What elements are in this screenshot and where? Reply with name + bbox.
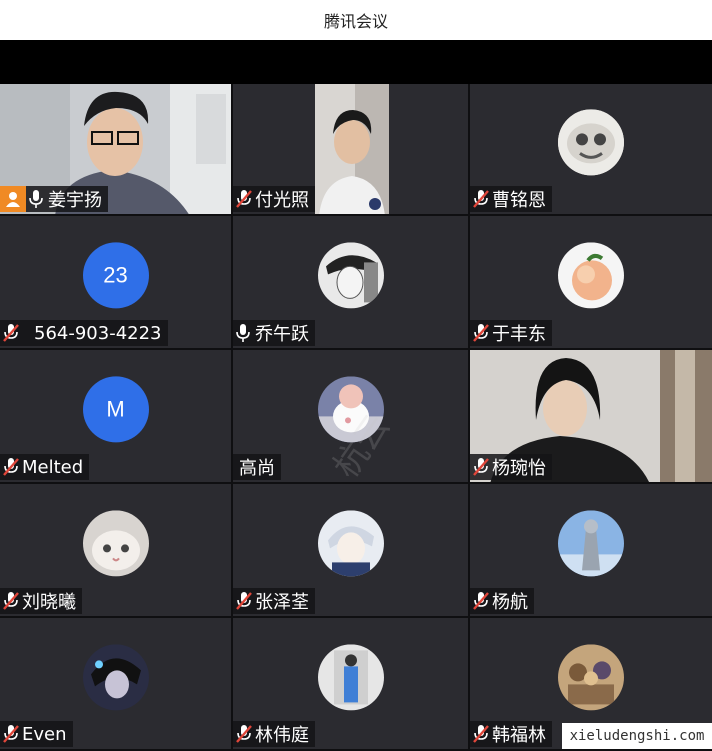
- participant-namebar: 姜宇扬: [0, 186, 108, 212]
- microphone-muted-icon: [2, 724, 20, 744]
- participant-namebar: 付光照: [233, 186, 315, 212]
- participant-namebar: 张泽荃: [233, 588, 315, 614]
- participant-namebar: 杨航: [470, 588, 534, 614]
- microphone-muted-icon: [235, 591, 253, 611]
- participant-namebar: 林伟庭: [233, 721, 315, 747]
- participant-tile[interactable]: 刘晓曦: [0, 484, 233, 618]
- microphone-muted-icon: [472, 724, 490, 744]
- microphone-muted-icon: [472, 323, 490, 343]
- avatar: [317, 242, 384, 309]
- window-title: 腾讯会议: [0, 0, 712, 40]
- watermark: xieludengshi.com: [562, 723, 712, 749]
- microphone-muted-icon: [472, 457, 490, 477]
- participant-name: 杨琬怡: [492, 458, 546, 479]
- participant-tile[interactable]: 姜宇扬: [0, 84, 233, 216]
- avatar: [558, 643, 624, 710]
- avatar: [558, 109, 624, 176]
- participant-namebar: 于丰东: [470, 320, 552, 346]
- participant-tile[interactable]: 林伟庭: [233, 618, 470, 751]
- avatar: [317, 643, 384, 710]
- avatar: M: [82, 376, 149, 443]
- top-toolbar-area: [0, 40, 712, 84]
- participant-namebar: 杨琬怡: [470, 454, 552, 480]
- participant-name: Melted: [22, 456, 84, 478]
- microphone-icon: [235, 323, 253, 343]
- microphone-muted-icon: [472, 591, 490, 611]
- participant-tile[interactable]: 杨航: [470, 484, 712, 618]
- avatar: [82, 643, 149, 710]
- microphone-muted-icon: [2, 457, 20, 477]
- participant-tile[interactable]: 杨琬怡: [470, 350, 712, 484]
- avatar: [558, 242, 624, 309]
- participant-name: 付光照: [255, 190, 309, 211]
- participant-name: 林伟庭: [255, 725, 309, 746]
- participant-name: 姜宇扬: [48, 190, 102, 211]
- participant-tile[interactable]: 张泽荃: [233, 484, 470, 618]
- participant-name: 张泽荃: [255, 592, 309, 613]
- participant-name: 乔午跃: [255, 324, 309, 345]
- participant-tile[interactable]: 曹铭恩: [470, 84, 712, 216]
- participant-name: 杨航: [492, 592, 528, 613]
- participant-namebar: 乔午跃: [233, 320, 315, 346]
- participant-tile[interactable]: 23 564-903-4223: [0, 216, 233, 350]
- participant-tile[interactable]: Even: [0, 618, 233, 751]
- participant-namebar: 高尚: [233, 454, 281, 480]
- avatar: [317, 376, 384, 443]
- participant-namebar: 刘晓曦: [0, 588, 82, 614]
- participant-namebar: 564-903-4223: [0, 320, 168, 346]
- microphone-muted-icon: [472, 189, 490, 209]
- participant-namebar: 韩福林: [470, 721, 552, 747]
- participant-name: 高尚: [239, 458, 275, 479]
- participant-tile[interactable]: 韩福林 xieludengshi.com: [470, 618, 712, 751]
- participant-tile[interactable]: 高尚: [233, 350, 470, 484]
- microphone-muted-icon: [2, 591, 20, 611]
- participant-tile[interactable]: 付光照: [233, 84, 470, 216]
- avatar: [82, 510, 149, 577]
- participant-namebar: Even: [0, 721, 73, 747]
- participant-name: 564-903-4223: [34, 322, 162, 344]
- participant-namebar: 曹铭恩: [470, 186, 552, 212]
- participant-name: 曹铭恩: [492, 190, 546, 211]
- participant-name: 于丰东: [492, 324, 546, 345]
- avatar: [317, 510, 384, 577]
- microphone-icon: [28, 189, 46, 209]
- microphone-muted-icon: [235, 189, 253, 209]
- participant-tile[interactable]: M Melted: [0, 350, 233, 484]
- participant-namebar: Melted: [0, 454, 90, 480]
- avatar: 23: [82, 242, 149, 309]
- avatar: [558, 510, 624, 577]
- participant-name: 刘晓曦: [22, 592, 76, 613]
- video-feed: [315, 84, 389, 214]
- participant-grid: 姜宇扬 付光照 曹铭恩 23 564-903-4223 乔午跃 于丰东 M Me…: [0, 84, 712, 751]
- participant-tile[interactable]: 乔午跃: [233, 216, 470, 350]
- participant-name: Even: [22, 723, 67, 745]
- microphone-muted-icon: [2, 323, 20, 343]
- participant-name: 韩福林: [492, 725, 546, 746]
- microphone-muted-icon: [235, 724, 253, 744]
- participant-tile[interactable]: 于丰东: [470, 216, 712, 350]
- host-icon: [0, 186, 26, 212]
